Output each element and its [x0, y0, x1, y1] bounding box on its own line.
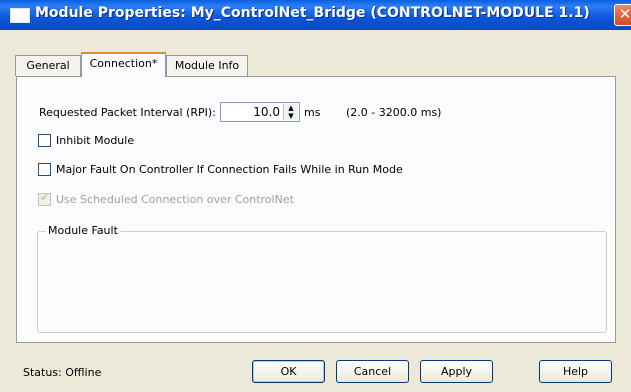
major-fault-checkbox[interactable]: [38, 163, 51, 176]
inhibit-module-checkbox[interactable]: [38, 134, 51, 147]
ok-button[interactable]: OK: [252, 360, 325, 383]
rpi-label: Requested Packet Interval (RPI):: [39, 106, 216, 119]
scheduled-connection-checkbox: ✔: [38, 191, 51, 206]
rpi-value: 10.0: [253, 105, 280, 119]
module-fault-title: Module Fault: [46, 224, 120, 237]
inhibit-module-label: Inhibit Module: [56, 134, 135, 147]
module-properties-dialog: Module Properties: My_ControlNet_Bridge …: [0, 0, 631, 392]
title-bar[interactable]: Module Properties: My_ControlNet_Bridge …: [0, 0, 631, 30]
tab-module-info[interactable]: Module Info: [166, 55, 248, 76]
window-icon: [10, 8, 30, 23]
tab-general[interactable]: General: [15, 55, 81, 76]
rpi-input[interactable]: 10.0 ▲ ▼: [220, 102, 300, 122]
major-fault-label: Major Fault On Controller If Connection …: [56, 163, 403, 176]
cancel-button[interactable]: Cancel: [336, 360, 409, 383]
close-button[interactable]: ✕: [614, 4, 631, 26]
rpi-spinner[interactable]: ▲ ▼: [283, 104, 298, 120]
tab-connection[interactable]: Connection*: [81, 52, 166, 77]
rpi-unit: ms: [304, 106, 321, 119]
checkmark-icon: ✔: [40, 191, 50, 204]
window-title: Module Properties: My_ControlNet_Bridge …: [35, 5, 590, 21]
status-text: Status: Offline: [23, 366, 102, 379]
rpi-range: (2.0 - 3200.0 ms): [346, 106, 442, 119]
module-fault-group: [37, 231, 607, 333]
apply-button[interactable]: Apply: [420, 360, 493, 383]
scheduled-connection-label: Use Scheduled Connection over ControlNet: [56, 193, 294, 206]
help-button[interactable]: Help: [539, 360, 612, 383]
